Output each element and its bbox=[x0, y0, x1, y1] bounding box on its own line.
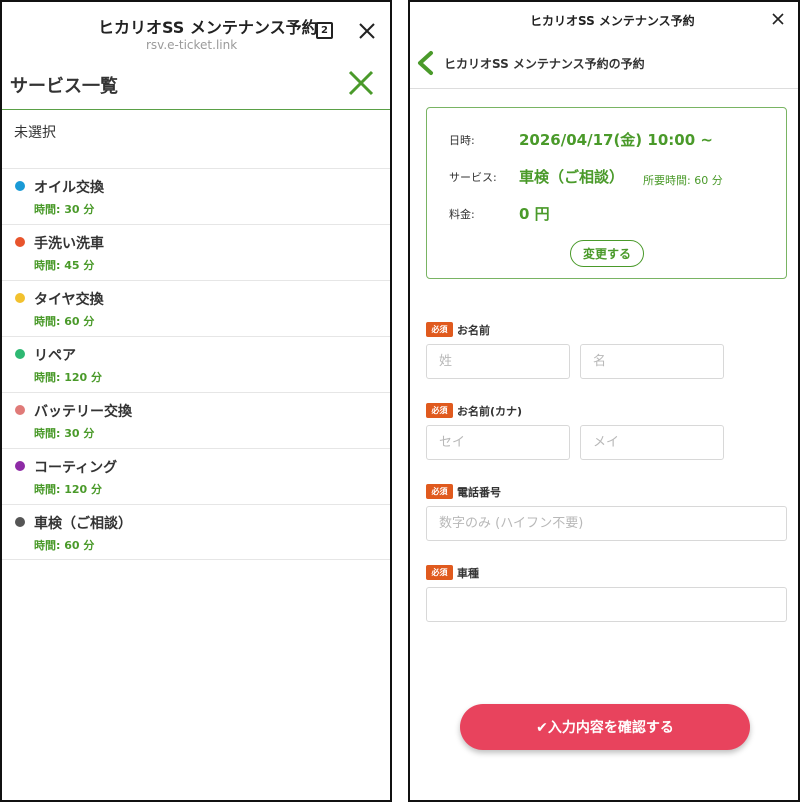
fee-value: 0 円 bbox=[519, 205, 550, 223]
kana-first-input[interactable] bbox=[580, 425, 724, 460]
change-button[interactable]: 変更する bbox=[570, 240, 644, 267]
phone-input[interactable] bbox=[426, 506, 787, 541]
service-label: サービス: bbox=[449, 171, 497, 184]
required-badge: 必須 bbox=[426, 484, 453, 499]
service-value: 車検（ご相談） bbox=[519, 168, 625, 186]
required-badge: 必須 bbox=[426, 403, 453, 418]
service-duration: 時間: 120 分 bbox=[34, 371, 103, 384]
service-duration: 時間: 30 分 bbox=[34, 203, 95, 216]
unselected-option[interactable]: 未選択 bbox=[14, 122, 56, 142]
service-name: 手洗い洗車 bbox=[34, 236, 104, 252]
required-badge: 必須 bbox=[426, 565, 453, 580]
name-label: お名前 bbox=[457, 324, 490, 337]
datetime-label: 日時: bbox=[449, 134, 475, 147]
service-duration: 時間: 120 分 bbox=[34, 483, 103, 496]
car-model-input[interactable] bbox=[426, 587, 787, 622]
header-divider bbox=[410, 88, 798, 89]
last-name-input[interactable] bbox=[426, 344, 570, 379]
services-heading: サービス一覧 bbox=[10, 76, 118, 97]
service-item-inspection[interactable]: 車検（ご相談） 時間: 60 分 bbox=[2, 504, 390, 560]
service-duration: 時間: 30 分 bbox=[34, 427, 95, 440]
service-color-dot bbox=[15, 349, 25, 359]
fee-label: 料金: bbox=[449, 208, 475, 221]
site-url: rsv.e-ticket.link bbox=[146, 38, 238, 52]
service-item-tire-change[interactable]: タイヤ交換 時間: 60 分 bbox=[2, 280, 390, 336]
service-name: 車検（ご相談） bbox=[34, 516, 132, 532]
service-item-repair[interactable]: リペア 時間: 120 分 bbox=[2, 336, 390, 392]
phone-label: 電話番号 bbox=[457, 486, 501, 499]
service-duration: 時間: 60 分 bbox=[34, 539, 95, 552]
close-services-icon[interactable] bbox=[346, 68, 376, 98]
datetime-value: 2026/04/17(金) 10:00 ~ bbox=[519, 131, 713, 149]
service-item-coating[interactable]: コーティング 時間: 120 分 bbox=[2, 448, 390, 504]
service-color-dot bbox=[15, 461, 25, 471]
service-duration: 時間: 60 分 bbox=[34, 315, 95, 328]
required-time: 所要時間: 60 分 bbox=[643, 174, 723, 187]
service-list-panel: ヒカリオSS メンテナンス予約 rsv.e-ticket.link 2 サービス… bbox=[0, 0, 392, 802]
kana-last-input[interactable] bbox=[426, 425, 570, 460]
service-color-dot bbox=[15, 517, 25, 527]
service-name: コーティング bbox=[34, 460, 118, 476]
service-color-dot bbox=[15, 405, 25, 415]
chevron-left-icon[interactable] bbox=[414, 50, 436, 76]
app-title: ヒカリオSS メンテナンス予約 bbox=[98, 18, 318, 37]
kana-label: お名前(カナ) bbox=[457, 405, 523, 418]
car-label: 車種 bbox=[457, 567, 479, 580]
service-item-battery[interactable]: バッテリー交換 時間: 30 分 bbox=[2, 392, 390, 448]
service-color-dot bbox=[15, 181, 25, 191]
services-header: サービス一覧 bbox=[2, 60, 390, 110]
close-icon[interactable] bbox=[356, 20, 378, 42]
tabs-count-icon[interactable]: 2 bbox=[316, 22, 333, 39]
first-name-input[interactable] bbox=[580, 344, 724, 379]
service-name: オイル交換 bbox=[34, 180, 104, 196]
service-item-oil-change[interactable]: オイル交換 時間: 30 分 bbox=[2, 168, 390, 224]
close-icon[interactable] bbox=[771, 12, 785, 26]
reservation-form-panel: ヒカリオSS メンテナンス予約 ヒカリオSS メンテナンス予約の予約 日時: 2… bbox=[408, 0, 800, 802]
service-name: タイヤ交換 bbox=[34, 292, 104, 308]
service-color-dot bbox=[15, 237, 25, 247]
required-badge: 必須 bbox=[426, 322, 453, 337]
service-duration: 時間: 45 分 bbox=[34, 259, 95, 272]
service-color-dot bbox=[15, 293, 25, 303]
confirm-button[interactable]: ✔入力内容を確認する bbox=[460, 704, 750, 750]
service-name: リペア bbox=[34, 348, 76, 364]
page-subtitle: ヒカリオSS メンテナンス予約の予約 bbox=[444, 57, 645, 71]
service-name: バッテリー交換 bbox=[34, 404, 132, 420]
reservation-summary: 日時: 2026/04/17(金) 10:00 ~ サービス: 車検（ご相談） … bbox=[426, 107, 787, 279]
app-title: ヒカリオSS メンテナンス予約 bbox=[530, 14, 695, 28]
service-item-hand-wash[interactable]: 手洗い洗車 時間: 45 分 bbox=[2, 224, 390, 280]
